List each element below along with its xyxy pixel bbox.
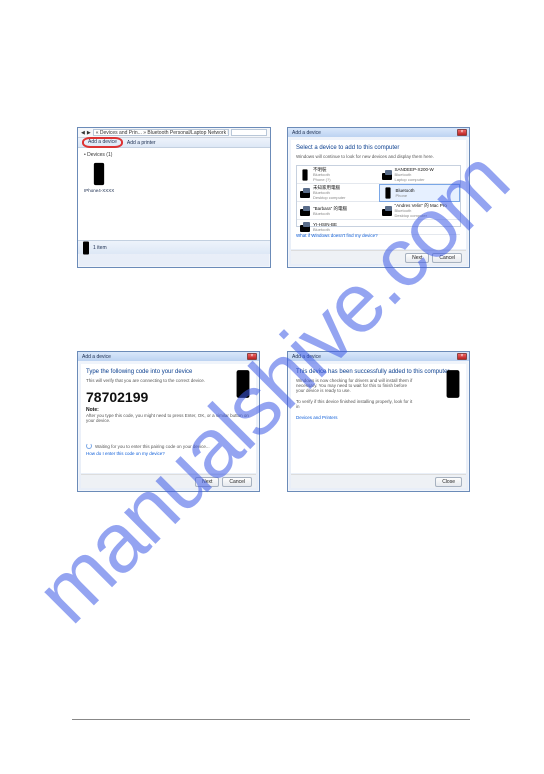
cancel-button[interactable]: Cancel	[222, 477, 252, 487]
waiting-text: Waiting for you to enter this pairing co…	[95, 444, 210, 449]
close-icon[interactable]: ×	[457, 353, 467, 360]
list-item[interactable]	[379, 220, 461, 235]
phone-icon	[92, 162, 106, 186]
success-dialog: Add a device × This device has been succ…	[287, 351, 470, 492]
explorer-window: ◀ ▶ « Devices and Prin... » Bluetooth Pe…	[77, 127, 271, 268]
device-label: IPhone4-XXXX	[84, 188, 114, 193]
laptop-icon	[382, 169, 392, 181]
select-device-dialog: Add a device × Select a device to add to…	[287, 127, 470, 268]
close-icon[interactable]: ×	[457, 129, 467, 136]
cancel-button[interactable]: Cancel	[432, 253, 462, 263]
list-item[interactable]: 未知家用電腦BluetoothDesktop computer	[297, 184, 379, 202]
dialog-title: Add a device	[290, 130, 457, 136]
phone-icon	[235, 369, 251, 399]
item-type: Bluetooth	[313, 211, 347, 216]
add-printer-button[interactable]: Add a printer	[127, 140, 156, 146]
desktop-icon	[300, 205, 310, 217]
forward-icon[interactable]: ▶	[87, 130, 91, 136]
dialog-title: Add a device	[80, 354, 247, 360]
dialog-heading: Select a device to add to this computer	[296, 145, 461, 151]
item-sub: Desktop computer	[313, 195, 345, 200]
close-button[interactable]: Close	[435, 477, 462, 487]
page-divider	[72, 719, 470, 720]
list-item-selected[interactable]: BluetoothPhone	[379, 184, 461, 202]
back-icon[interactable]: ◀	[81, 130, 85, 136]
dialog-heading: Type the following code into your device	[86, 369, 251, 375]
help-link[interactable]: How do I enter this code on my device?	[86, 451, 251, 456]
pairing-dialog: Add a device × Type the following code i…	[77, 351, 260, 492]
phone-icon	[445, 369, 461, 399]
item-type: Bluetooth	[313, 227, 337, 232]
dialog-title: Add a device	[290, 354, 457, 360]
next-button[interactable]: Next	[195, 477, 219, 487]
desktop-icon	[300, 187, 310, 199]
next-button[interactable]: Next	[405, 253, 429, 263]
dialog-para1: Windows is now checking for drivers and …	[296, 378, 416, 393]
desktop-icon	[300, 221, 310, 233]
search-input[interactable]	[231, 129, 267, 136]
status-bar: 1 item	[78, 240, 270, 254]
dialog-heading: This device has been successfully added …	[296, 369, 461, 375]
waiting-line: Waiting for you to enter this pairing co…	[86, 443, 251, 449]
devices-link[interactable]: Devices and Printers	[296, 415, 461, 420]
item-sub: Phone (?)	[313, 177, 331, 182]
note-text: After you type this code, you might need…	[86, 413, 251, 423]
item-name: "Barbara" 的電腦	[313, 206, 347, 211]
breadcrumb[interactable]: « Devices and Prin... » Bluetooth Person…	[93, 129, 229, 136]
list-item[interactable]: 不明裝BluetoothPhone (?)	[297, 166, 379, 184]
item-sub: Desktop computer	[395, 213, 447, 218]
devices-section-label: • Devices (1)	[84, 152, 112, 158]
add-device-button[interactable]: Add a device	[82, 137, 123, 148]
list-item[interactable]: "Andres Velin" 的 Mac ProBluetoothDesktop…	[379, 202, 461, 220]
explorer-content: • Devices (1) IPhone4-XXXX	[78, 148, 270, 240]
spinner-icon	[86, 443, 92, 449]
status-text: 1 item	[93, 245, 107, 251]
phone-icon	[300, 169, 310, 181]
dialog-para2: To verify if this device finished instal…	[296, 399, 416, 409]
list-item[interactable]: "Barbara" 的電腦Bluetooth	[297, 202, 379, 220]
pairing-code: 78702199	[86, 389, 251, 405]
dialog-subtext: Windows will continue to look for new de…	[296, 154, 461, 159]
device-list: 不明裝BluetoothPhone (?) SANDEEP-X200-WBlue…	[296, 165, 461, 227]
explorer-toolbar: Add a device Add a printer	[78, 138, 270, 148]
item-type: Phone	[396, 193, 415, 198]
device-item[interactable]: IPhone4-XXXX	[84, 162, 114, 193]
list-item[interactable]: SANDEEP-X200-WBluetoothLaptop computer	[379, 166, 461, 184]
item-sub: Laptop computer	[395, 177, 434, 182]
dialog-subtext: This will verify that you are connecting…	[86, 378, 251, 383]
desktop-icon	[382, 205, 392, 217]
close-icon[interactable]: ×	[247, 353, 257, 360]
phone-icon	[82, 241, 90, 255]
phone-icon	[383, 187, 393, 199]
